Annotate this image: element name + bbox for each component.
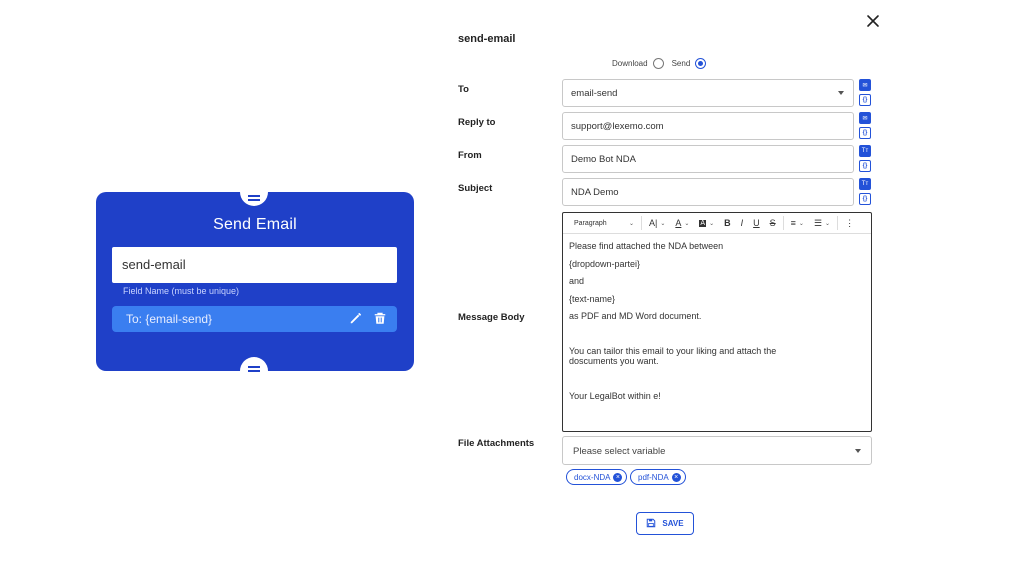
align-icon[interactable]: ≡ ⌄ (786, 213, 809, 233)
body-line: as PDF and MD Word document. (569, 311, 702, 321)
save-icon (646, 518, 656, 530)
reply-to-label: Reply to (458, 117, 496, 128)
remove-chip-icon[interactable]: × (613, 473, 623, 482)
body-line (569, 374, 865, 392)
variable-braces-icon[interactable]: {} (859, 193, 871, 205)
variable-braces-icon[interactable]: {} (859, 160, 871, 172)
body-line: and (569, 276, 585, 286)
attachment-chip[interactable]: pdf-NDA × (630, 469, 686, 485)
attachment-chip-label: docx-NDA (574, 473, 611, 482)
node-name-hint: Field Name (must be unique) (123, 286, 240, 296)
editor-toolbar: Paragraph ⌄ A| ⌄ A ⌄ A ⌄ B I U S ≡ ⌄ ☰ ⌄ ⋮ (563, 213, 871, 234)
subject-label: Subject (458, 183, 493, 194)
node-to-field[interactable]: To: {email-send} (112, 306, 397, 332)
to-select-value: email-send (571, 88, 618, 99)
file-attachments-label: File Attachments (458, 438, 535, 449)
body-line: {dropdown-partei} (569, 258, 641, 269)
pencil-icon[interactable] (349, 311, 363, 328)
close-icon[interactable] (866, 14, 880, 28)
subject-field[interactable]: NDA Demo (562, 178, 854, 206)
paragraph-dropdown-label: Paragraph (574, 219, 607, 227)
paragraph-dropdown[interactable]: Paragraph ⌄ (569, 213, 639, 233)
toolbar-divider (641, 216, 642, 230)
node-top-handle[interactable] (240, 178, 268, 206)
download-radio[interactable] (652, 58, 664, 69)
highlight-color-icon[interactable]: A ⌄ (694, 213, 719, 233)
from-field[interactable]: Demo Bot NDA (562, 145, 854, 173)
node-name-input[interactable]: send-email (112, 247, 397, 283)
file-attachments-select[interactable]: Please select variable (562, 436, 872, 465)
reply-to-field[interactable]: support@lexemo.com (562, 112, 854, 140)
send-email-node[interactable]: Send Email send-email Field Name (must b… (96, 178, 414, 385)
more-options-icon[interactable]: ⋮ (840, 213, 859, 233)
text-type-icon[interactable]: Tт (859, 145, 871, 157)
body-line: {text-name} (569, 293, 616, 304)
bold-icon[interactable]: B (719, 213, 736, 233)
node-to-field-label: To: {email-send} (126, 312, 213, 326)
chevron-down-icon: ⌄ (628, 220, 634, 227)
attachment-chip-label: pdf-NDA (638, 473, 669, 482)
remove-chip-icon[interactable]: × (671, 473, 681, 482)
body-line: doscuments you want. (569, 355, 659, 366)
save-button[interactable]: SAVE (636, 512, 694, 535)
attachment-chip[interactable]: docx-NDA × (566, 469, 628, 485)
variable-braces-icon[interactable]: {} (859, 127, 871, 139)
message-body-text[interactable]: Please find attached the NDA between {dr… (563, 234, 871, 417)
italic-icon[interactable]: I (736, 213, 749, 233)
font-color-icon[interactable]: A ⌄ (670, 213, 694, 233)
body-line (569, 330, 865, 348)
node-bottom-handle[interactable] (240, 357, 268, 385)
underline-icon[interactable]: U (748, 213, 765, 233)
mode-selector: Download Send (612, 58, 714, 69)
email-icon[interactable]: ✉ (859, 79, 871, 91)
send-radio[interactable] (695, 58, 707, 69)
font-size-icon[interactable]: A| ⌄ (644, 213, 670, 233)
message-body-label: Message Body (458, 312, 525, 323)
file-attachments-placeholder: Please select variable (573, 446, 666, 457)
chevron-down-icon (838, 91, 844, 95)
body-line: Your LegalBot within e! (569, 390, 661, 401)
body-line: Please find attached the NDA between (569, 241, 724, 251)
trash-icon[interactable] (373, 311, 387, 328)
toolbar-divider (837, 216, 839, 230)
node-title: Send Email (213, 216, 297, 233)
download-radio-label: Download (612, 59, 648, 68)
text-type-icon[interactable]: Tт (859, 178, 871, 190)
variable-braces-icon[interactable]: {} (859, 94, 871, 106)
to-select[interactable]: email-send (562, 79, 854, 107)
save-button-label: SAVE (662, 519, 684, 528)
to-label: To (458, 84, 469, 95)
chevron-down-icon (855, 449, 861, 453)
send-radio-label: Send (671, 59, 691, 68)
strikethrough-icon[interactable]: S (765, 213, 781, 233)
email-icon[interactable]: ✉ (859, 112, 871, 124)
from-label: From (458, 150, 482, 161)
form-title: send-email (458, 33, 516, 45)
toolbar-divider (782, 216, 784, 230)
message-body-editor[interactable]: Paragraph ⌄ A| ⌄ A ⌄ A ⌄ B I U S ≡ ⌄ ☰ ⌄ ⋮ Pl… (562, 212, 872, 432)
bulleted-list-icon[interactable]: ☰ ⌄ (809, 213, 835, 233)
